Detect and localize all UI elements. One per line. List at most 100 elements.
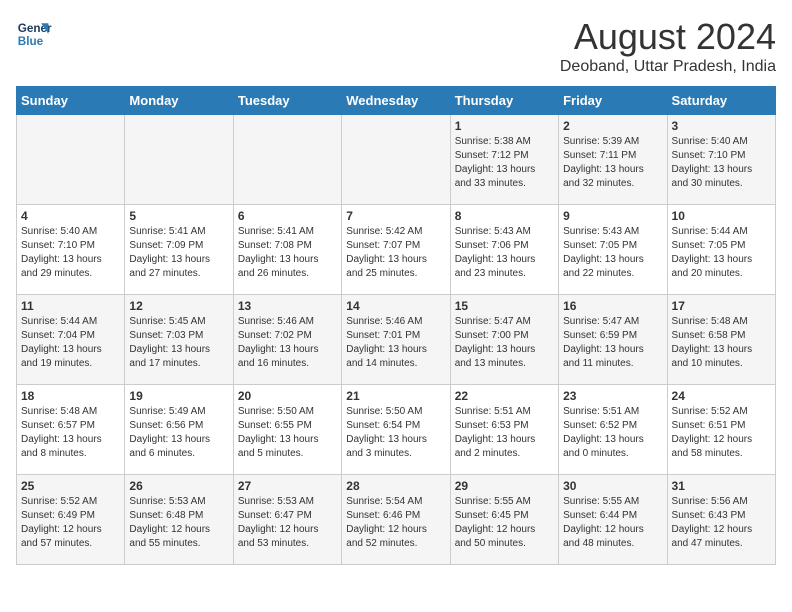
day-number: 15: [455, 299, 554, 313]
day-info: Sunrise: 5:39 AM Sunset: 7:11 PM Dayligh…: [563, 135, 662, 191]
calendar-cell: 5Sunrise: 5:41 AM Sunset: 7:09 PM Daylig…: [125, 205, 233, 295]
day-number: 22: [455, 389, 554, 403]
calendar-week-row: 4Sunrise: 5:40 AM Sunset: 7:10 PM Daylig…: [17, 205, 776, 295]
day-number: 27: [238, 479, 337, 493]
weekday-header: Friday: [559, 87, 667, 115]
calendar-cell: 6 Sunrise: 5:41 AM Sunset: 7:08 PM Daylig…: [233, 205, 341, 295]
day-number: 13: [238, 299, 337, 313]
calendar-cell: 31 Sunrise: 5:56 AM Sunset: 6:43 PM Dayli…: [667, 475, 775, 565]
weekday-header: Sunday: [17, 87, 125, 115]
day-info: Sunrise: 5:55 AM Sunset: 6:44 PM Dayligh…: [563, 495, 662, 551]
calendar-cell: 11Sunrise: 5:44 AM Sunset: 7:04 PM Dayli…: [17, 295, 125, 385]
calendar-cell: 22Sunrise: 5:51 AM Sunset: 6:53 PM Dayli…: [450, 385, 558, 475]
day-info: Sunrise: 5:55 AM Sunset: 6:45 PM Dayligh…: [455, 495, 554, 551]
day-info: Sunrise: 5:44 AM Sunset: 7:04 PM Dayligh…: [21, 315, 120, 371]
day-info: Sunrise: 5:41 AM Sunset: 7:08 PM Dayligh…: [238, 225, 337, 281]
day-number: 26: [129, 479, 228, 493]
calendar-cell: 19 Sunrise: 5:49 AM Sunset: 6:56 PM Dayli…: [125, 385, 233, 475]
calendar-cell: [125, 115, 233, 205]
calendar-cell: 28 Sunrise: 5:54 AM Sunset: 6:46 PM Dayli…: [342, 475, 450, 565]
day-number: 8: [455, 209, 554, 223]
day-info: Sunrise: 5:38 AM Sunset: 7:12 PM Dayligh…: [455, 135, 554, 191]
day-info: Sunrise: 5:51 AM Sunset: 6:52 PM Dayligh…: [563, 405, 662, 461]
day-number: 1: [455, 119, 554, 133]
day-info: Sunrise: 5:48 AM Sunset: 6:58 PM Dayligh…: [672, 315, 771, 371]
main-title: August 2024: [560, 16, 776, 58]
day-number: 31: [672, 479, 771, 493]
calendar-cell: 20 Sunrise: 5:50 AM Sunset: 6:55 PM Dayli…: [233, 385, 341, 475]
calendar-cell: 4Sunrise: 5:40 AM Sunset: 7:10 PM Daylig…: [17, 205, 125, 295]
day-number: 23: [563, 389, 662, 403]
calendar-cell: 10 Sunrise: 5:44 AM Sunset: 7:05 PM Dayli…: [667, 205, 775, 295]
weekday-header: Saturday: [667, 87, 775, 115]
calendar-cell: 7 Sunrise: 5:42 AM Sunset: 7:07 PM Daylig…: [342, 205, 450, 295]
weekday-header: Thursday: [450, 87, 558, 115]
calendar-cell: [17, 115, 125, 205]
calendar-cell: 30 Sunrise: 5:55 AM Sunset: 6:44 PM Dayli…: [559, 475, 667, 565]
day-info: Sunrise: 5:43 AM Sunset: 7:06 PM Dayligh…: [455, 225, 554, 281]
weekday-header: Monday: [125, 87, 233, 115]
calendar-cell: 12 Sunrise: 5:45 AM Sunset: 7:03 PM Dayli…: [125, 295, 233, 385]
weekday-header: Tuesday: [233, 87, 341, 115]
weekday-header: Wednesday: [342, 87, 450, 115]
day-number: 29: [455, 479, 554, 493]
day-number: 14: [346, 299, 445, 313]
day-info: Sunrise: 5:49 AM Sunset: 6:56 PM Dayligh…: [129, 405, 228, 461]
day-number: 25: [21, 479, 120, 493]
day-number: 12: [129, 299, 228, 313]
day-info: Sunrise: 5:41 AM Sunset: 7:09 PM Dayligh…: [129, 225, 228, 281]
day-info: Sunrise: 5:42 AM Sunset: 7:07 PM Dayligh…: [346, 225, 445, 281]
calendar-cell: 2 Sunrise: 5:39 AM Sunset: 7:11 PM Daylig…: [559, 115, 667, 205]
day-info: Sunrise: 5:48 AM Sunset: 6:57 PM Dayligh…: [21, 405, 120, 461]
day-number: 24: [672, 389, 771, 403]
calendar-cell: 25 Sunrise: 5:52 AM Sunset: 6:49 PM Dayli…: [17, 475, 125, 565]
day-info: Sunrise: 5:50 AM Sunset: 6:55 PM Dayligh…: [238, 405, 337, 461]
day-info: Sunrise: 5:44 AM Sunset: 7:05 PM Dayligh…: [672, 225, 771, 281]
calendar-week-row: 1 Sunrise: 5:38 AM Sunset: 7:12 PM Daylig…: [17, 115, 776, 205]
day-number: 19: [129, 389, 228, 403]
day-info: Sunrise: 5:43 AM Sunset: 7:05 PM Dayligh…: [563, 225, 662, 281]
day-info: Sunrise: 5:56 AM Sunset: 6:43 PM Dayligh…: [672, 495, 771, 551]
calendar-cell: 8 Sunrise: 5:43 AM Sunset: 7:06 PM Daylig…: [450, 205, 558, 295]
day-info: Sunrise: 5:45 AM Sunset: 7:03 PM Dayligh…: [129, 315, 228, 371]
calendar-cell: 1 Sunrise: 5:38 AM Sunset: 7:12 PM Daylig…: [450, 115, 558, 205]
day-number: 21: [346, 389, 445, 403]
day-number: 17: [672, 299, 771, 313]
day-number: 20: [238, 389, 337, 403]
calendar-cell: [233, 115, 341, 205]
calendar-week-row: 18 Sunrise: 5:48 AM Sunset: 6:57 PM Dayli…: [17, 385, 776, 475]
day-info: Sunrise: 5:53 AM Sunset: 6:48 PM Dayligh…: [129, 495, 228, 551]
calendar-cell: 26 Sunrise: 5:53 AM Sunset: 6:48 PM Dayli…: [125, 475, 233, 565]
logo-icon: General Blue: [16, 16, 52, 52]
title-block: August 2024 Deoband, Uttar Pradesh, Indi…: [560, 16, 776, 76]
calendar-cell: 24 Sunrise: 5:52 AM Sunset: 6:51 PM Dayli…: [667, 385, 775, 475]
day-number: 10: [672, 209, 771, 223]
calendar-cell: 17 Sunrise: 5:48 AM Sunset: 6:58 PM Dayli…: [667, 295, 775, 385]
day-number: 6: [238, 209, 337, 223]
day-number: 28: [346, 479, 445, 493]
calendar-cell: [342, 115, 450, 205]
calendar-table: SundayMondayTuesdayWednesdayThursdayFrid…: [16, 86, 776, 565]
day-number: 18: [21, 389, 120, 403]
day-info: Sunrise: 5:46 AM Sunset: 7:01 PM Dayligh…: [346, 315, 445, 371]
day-info: Sunrise: 5:52 AM Sunset: 6:51 PM Dayligh…: [672, 405, 771, 461]
day-info: Sunrise: 5:50 AM Sunset: 6:54 PM Dayligh…: [346, 405, 445, 461]
day-info: Sunrise: 5:40 AM Sunset: 7:10 PM Dayligh…: [21, 225, 120, 281]
day-number: 7: [346, 209, 445, 223]
day-info: Sunrise: 5:54 AM Sunset: 6:46 PM Dayligh…: [346, 495, 445, 551]
day-info: Sunrise: 5:46 AM Sunset: 7:02 PM Dayligh…: [238, 315, 337, 371]
calendar-cell: 13 Sunrise: 5:46 AM Sunset: 7:02 PM Dayli…: [233, 295, 341, 385]
day-number: 9: [563, 209, 662, 223]
day-number: 30: [563, 479, 662, 493]
calendar-cell: 3Sunrise: 5:40 AM Sunset: 7:10 PM Daylig…: [667, 115, 775, 205]
day-number: 3: [672, 119, 771, 133]
day-number: 16: [563, 299, 662, 313]
calendar-cell: 29 Sunrise: 5:55 AM Sunset: 6:45 PM Dayli…: [450, 475, 558, 565]
calendar-cell: 14 Sunrise: 5:46 AM Sunset: 7:01 PM Dayli…: [342, 295, 450, 385]
day-number: 2: [563, 119, 662, 133]
weekday-header-row: SundayMondayTuesdayWednesdayThursdayFrid…: [17, 87, 776, 115]
calendar-week-row: 11Sunrise: 5:44 AM Sunset: 7:04 PM Dayli…: [17, 295, 776, 385]
calendar-cell: 27Sunrise: 5:53 AM Sunset: 6:47 PM Dayli…: [233, 475, 341, 565]
day-info: Sunrise: 5:52 AM Sunset: 6:49 PM Dayligh…: [21, 495, 120, 551]
svg-text:Blue: Blue: [18, 35, 44, 48]
